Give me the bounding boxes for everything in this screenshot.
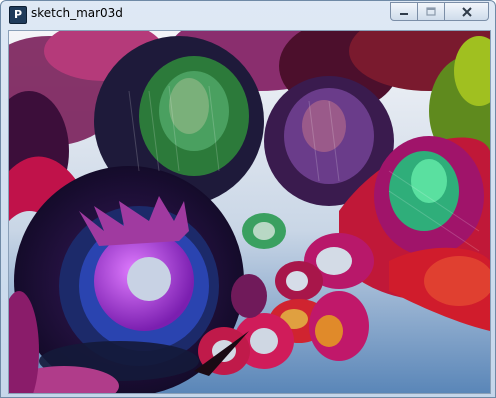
sketch-render [9, 31, 490, 393]
minimize-icon [400, 12, 408, 15]
window-controls [390, 2, 489, 21]
processing-app-icon: P [9, 6, 27, 24]
sketch-canvas[interactable] [8, 30, 491, 394]
app-window: P sketch_mar03d [0, 0, 496, 398]
maximize-button[interactable] [418, 2, 445, 21]
minimize-button[interactable] [390, 2, 418, 21]
title-bar[interactable]: P sketch_mar03d [1, 1, 495, 30]
window-title: sketch_mar03d [31, 6, 123, 20]
maximize-icon [426, 6, 436, 16]
close-button[interactable] [445, 2, 489, 21]
close-icon [461, 6, 472, 17]
